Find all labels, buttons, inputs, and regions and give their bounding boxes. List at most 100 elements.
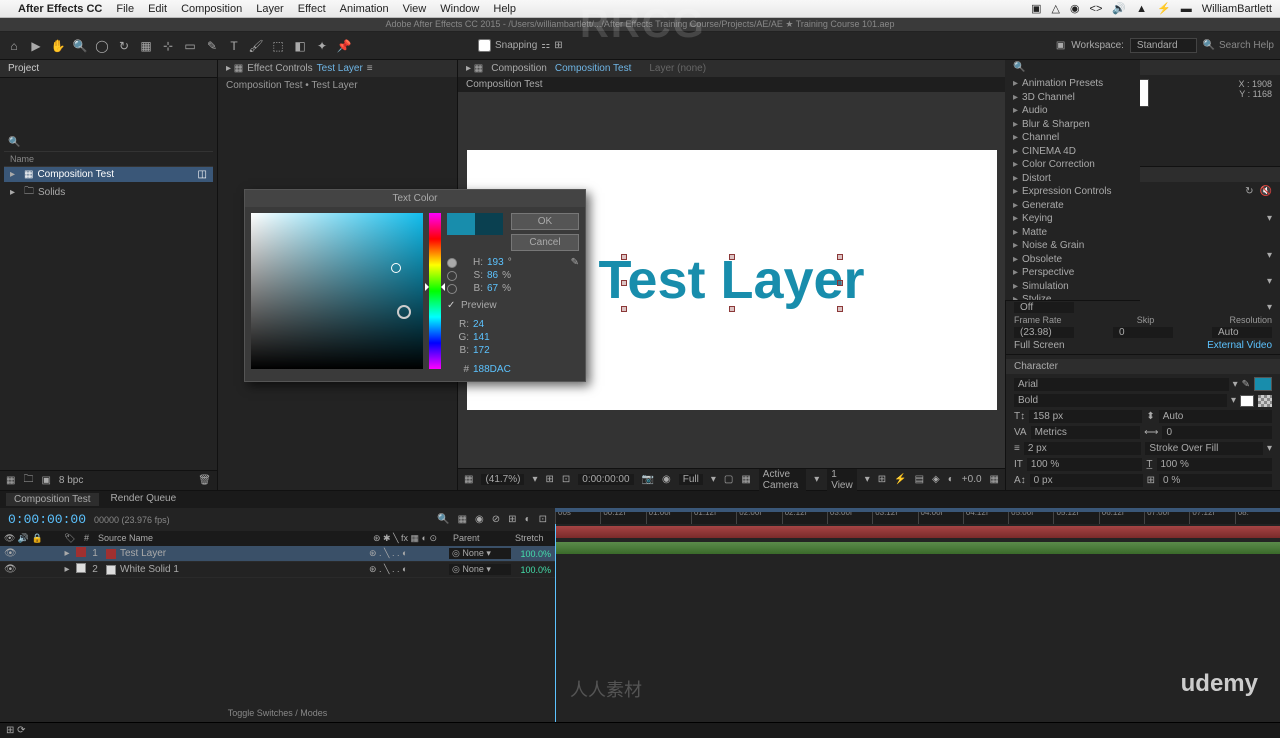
res-value[interactable]: Auto xyxy=(1212,327,1272,338)
user-name[interactable]: WilliamBartlett xyxy=(1202,3,1272,15)
skip-value[interactable]: 0 xyxy=(1113,327,1173,338)
comp-new-icon[interactable]: ▣ xyxy=(41,475,50,486)
h-radio[interactable] xyxy=(447,258,457,268)
cc-icon[interactable]: ▣ xyxy=(1031,2,1041,15)
effects-category[interactable]: ▸Channel xyxy=(1005,131,1140,145)
layer-bar-1[interactable] xyxy=(555,526,1280,538)
snapping-checkbox[interactable] xyxy=(478,39,491,52)
effects-search[interactable]: 🔍 xyxy=(1005,60,1140,75)
search-help-icon[interactable]: 🔍 xyxy=(1203,40,1215,51)
selection-handle[interactable] xyxy=(729,306,735,312)
timeline-tab-comp[interactable]: Composition Test xyxy=(6,493,99,506)
timecode-display[interactable]: 0:00:00:00 xyxy=(578,474,633,485)
b-radio[interactable] xyxy=(447,284,457,294)
menu-effect[interactable]: Effect xyxy=(298,3,326,15)
timeline-icon[interactable]: ▤ xyxy=(915,474,924,485)
project-search[interactable]: 🔍 xyxy=(4,134,213,152)
loop-icon[interactable]: ↻ xyxy=(1245,186,1253,197)
selection-handle[interactable] xyxy=(621,306,627,312)
zoom-tool-icon[interactable]: 🔍 xyxy=(72,38,88,54)
dropdown-icon[interactable]: ▾ xyxy=(1267,213,1272,224)
old-color-swatch[interactable] xyxy=(475,213,503,235)
timeline-tab-render[interactable]: Render Queue xyxy=(111,493,177,506)
leading-input[interactable]: Auto xyxy=(1159,410,1272,423)
layer-tab-none[interactable]: Layer (none) xyxy=(649,63,706,74)
header-parent[interactable]: Parent xyxy=(449,533,511,544)
font-weight-select[interactable]: Bold xyxy=(1014,394,1227,407)
menu-composition[interactable]: Composition xyxy=(181,3,242,15)
menu-window[interactable]: Window xyxy=(440,3,479,15)
hscale-input[interactable]: 100 % xyxy=(1157,458,1273,471)
selection-handle[interactable] xyxy=(729,254,735,260)
puppet-tool-icon[interactable]: 📌 xyxy=(336,38,352,54)
cloud-icon[interactable]: ◉ xyxy=(1070,2,1080,15)
stroke-width-input[interactable]: 2 px xyxy=(1024,442,1142,455)
roi-icon[interactable]: ▢ xyxy=(724,474,733,485)
timeline-tracks[interactable]: 00s00:12f01:00f01:12f02:00f02:12f03:00f0… xyxy=(555,508,1280,722)
work-area-bar[interactable] xyxy=(555,508,1280,512)
view-dropdown[interactable]: 1 View xyxy=(827,469,857,491)
header-stretch[interactable]: Stretch xyxy=(511,533,555,544)
effects-category[interactable]: ▸Stylize xyxy=(1005,293,1140,301)
search-help-label[interactable]: Search Help xyxy=(1219,40,1274,51)
effects-category[interactable]: ▸3D Channel xyxy=(1005,91,1140,105)
camera-tool-icon[interactable]: ▦ xyxy=(138,38,154,54)
selection-tool-icon[interactable]: ▶ xyxy=(28,38,44,54)
timeline-layer-row[interactable]: 👁▸1Test Layer⊛ . ╲ . . ◐◎ None ▾100.0% xyxy=(0,546,555,562)
font-family-select[interactable]: Arial xyxy=(1014,378,1229,391)
eyedropper-icon[interactable]: ✎ xyxy=(1242,379,1250,390)
snap-opt-icon[interactable]: ⚏ xyxy=(541,40,550,51)
effects-category[interactable]: ▸Perspective xyxy=(1005,266,1140,280)
effects-category[interactable]: ▸Audio xyxy=(1005,104,1140,118)
header-source[interactable]: Source Name xyxy=(94,533,369,544)
brush-tool-icon[interactable]: 🖌 xyxy=(248,38,264,54)
project-item-solids[interactable]: ▸ 🗀 Solids xyxy=(4,182,213,203)
clone-tool-icon[interactable]: ⬚ xyxy=(270,38,286,54)
workspace-select[interactable]: Standard xyxy=(1130,38,1197,53)
shy-icon[interactable]: ⊘ xyxy=(492,514,500,525)
orbit-tool-icon[interactable]: ◯ xyxy=(94,38,110,54)
s-value[interactable]: 86 xyxy=(487,270,498,281)
tracking-input[interactable]: 0 xyxy=(1162,426,1272,439)
comp-chip[interactable]: Composition Test xyxy=(466,79,543,90)
moblur-icon[interactable]: ◐ xyxy=(525,514,531,525)
hex-value[interactable]: 188DAC xyxy=(473,364,511,375)
toggle-switches[interactable]: Toggle Switches / Modes xyxy=(0,704,555,722)
grid-icon[interactable]: ⊡ xyxy=(562,474,570,485)
character-header[interactable]: Character xyxy=(1006,359,1280,374)
exposure-reset-icon[interactable]: ◐ xyxy=(948,474,954,485)
effect-controls-tab[interactable]: ▸ ▦ Effect Controls Test Layer ≡ xyxy=(218,60,457,77)
hue-pointer[interactable] xyxy=(425,283,429,291)
effects-category[interactable]: ▸Noise & Grain xyxy=(1005,239,1140,253)
transparency-icon[interactable]: ▦ xyxy=(741,474,750,485)
comp-mini-icon[interactable]: ▦ xyxy=(458,514,467,525)
timeline-layer-row[interactable]: 👁▸2White Solid 1⊛ . ╲ . . ◐◎ None ▾100.0… xyxy=(0,562,555,578)
draft3d-icon[interactable]: ◉ xyxy=(475,514,484,525)
camera-dropdown[interactable]: Active Camera xyxy=(759,469,806,491)
code-icon[interactable]: <> xyxy=(1090,3,1103,15)
selection-handle[interactable] xyxy=(837,254,843,260)
selection-handle[interactable] xyxy=(621,254,627,260)
search-cc-icon[interactable]: ▣ xyxy=(1056,40,1065,51)
status-icon[interactable]: ⊞ ⟳ xyxy=(6,725,26,736)
effects-category[interactable]: ▸Expression Controls xyxy=(1005,185,1140,199)
trash-icon[interactable]: 🗑 xyxy=(198,475,211,486)
project-item-comp[interactable]: ▸ ▦ Composition Test ◫ xyxy=(4,167,213,182)
channel-icon[interactable]: ◉ xyxy=(662,474,671,485)
selection-handle[interactable] xyxy=(837,306,843,312)
pen-tool-icon[interactable]: ✎ xyxy=(204,38,220,54)
bch-value[interactable]: 172 xyxy=(473,345,490,356)
search-timeline-icon[interactable]: 🔍 xyxy=(437,514,449,525)
menu-layer[interactable]: Layer xyxy=(256,3,284,15)
g-value[interactable]: 141 xyxy=(473,332,490,343)
menu-view[interactable]: View xyxy=(403,3,427,15)
hand-tool-icon[interactable]: ✋ xyxy=(50,38,66,54)
effects-category[interactable]: ▸Matte xyxy=(1005,226,1140,240)
menu-help[interactable]: Help xyxy=(493,3,516,15)
font-size-input[interactable]: 158 px xyxy=(1029,410,1142,423)
color-cursor[interactable] xyxy=(391,263,401,273)
text-tool-icon[interactable]: T xyxy=(226,38,242,54)
resolution-dropdown[interactable]: Full xyxy=(679,474,703,485)
folder-toggle-icon[interactable]: ▸ xyxy=(10,187,20,198)
menu-edit[interactable]: Edit xyxy=(148,3,167,15)
